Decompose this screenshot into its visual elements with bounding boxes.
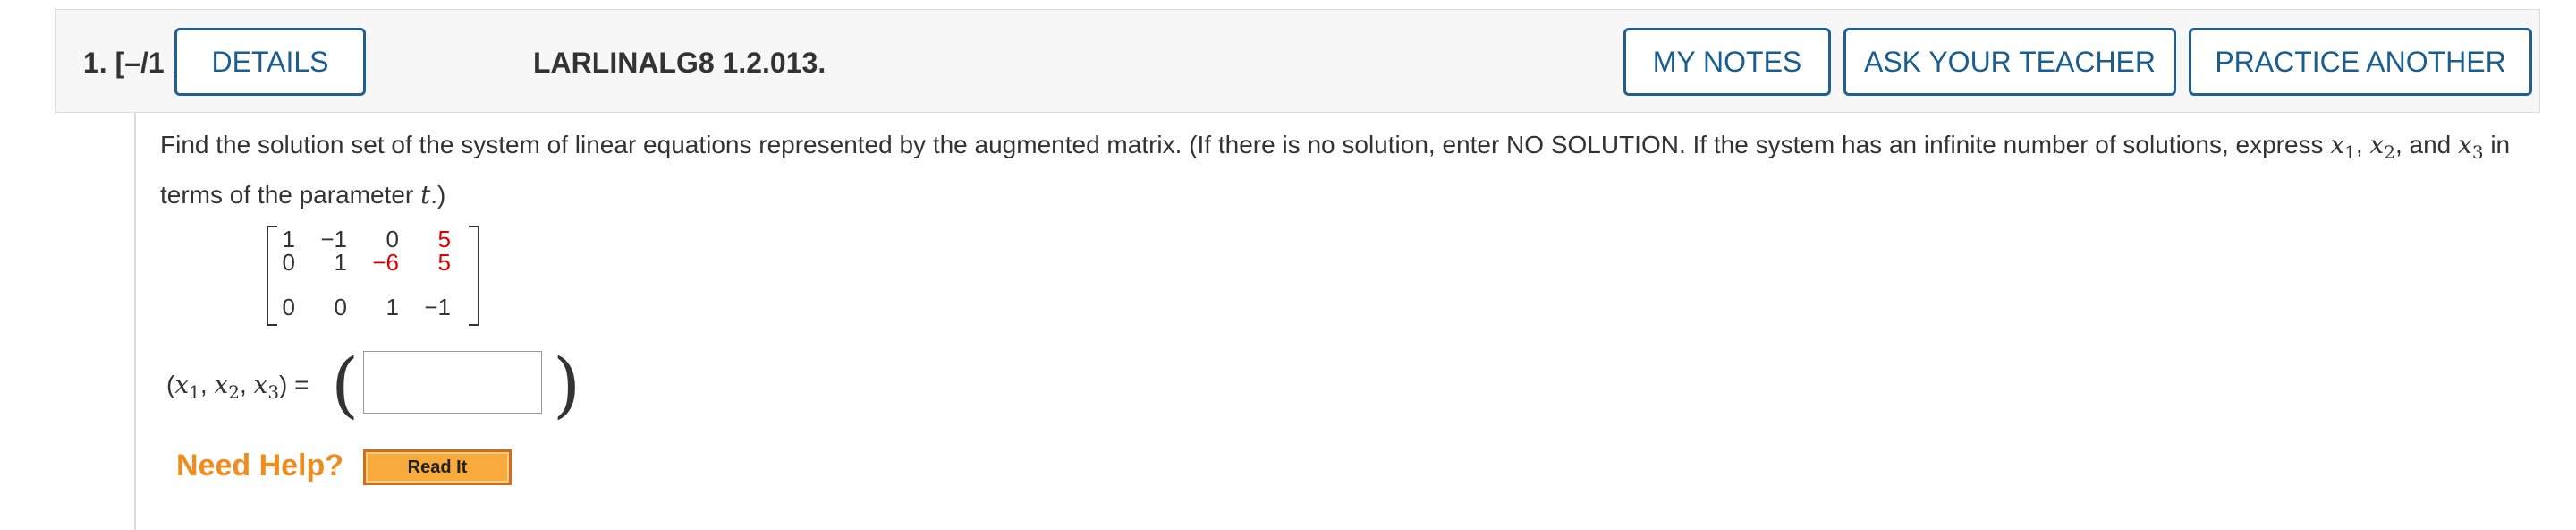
answer-label: (x1, x2, x3) = <box>166 370 309 403</box>
augmented-matrix: 1 −1 0 5 0 1 −6 5 0 0 1 −1 <box>267 226 479 326</box>
var-x1: x1 <box>2330 130 2356 163</box>
question-number: 1. <box>83 47 107 79</box>
parameter-t: t <box>420 180 431 209</box>
my-notes-button[interactable]: MY NOTES <box>1623 28 1831 96</box>
need-help-label: Need Help? <box>176 449 344 483</box>
practice-another-button[interactable]: PRACTICE ANOTHER <box>2189 28 2532 96</box>
answer-close-paren: ) <box>553 343 581 426</box>
matrix-cell-highlighted: −6 <box>372 249 399 276</box>
read-it-button[interactable]: Read It <box>363 449 512 485</box>
matrix-cell: 0 <box>282 294 295 321</box>
question-prompt: Find the solution set of the system of l… <box>160 124 2521 217</box>
matrix-cell: 1 <box>386 294 399 321</box>
prompt-text-3: .) <box>430 181 446 209</box>
ask-your-teacher-button[interactable]: ASK YOUR TEACHER <box>1843 28 2176 96</box>
matrix-right-bracket <box>469 226 479 326</box>
prompt-text: Find the solution set of the system of l… <box>160 131 2331 158</box>
var-x2: x2 <box>2369 130 2395 163</box>
matrix-cell-highlighted: 5 <box>437 249 451 276</box>
answer-input[interactable] <box>363 351 542 414</box>
answer-open-paren: ( <box>331 343 360 426</box>
prompt-and: , and <box>2394 131 2459 158</box>
var-x3: x3 <box>2458 130 2484 163</box>
question-code: LARLINALG8 1.2.013. <box>533 47 826 79</box>
details-button[interactable]: DETAILS <box>174 28 366 96</box>
matrix-cell: −1 <box>424 294 451 321</box>
question-header: 1. [–/1 Points] DETAILS LARLINALG8 1.2.0… <box>55 9 2540 113</box>
prompt-comma: , <box>2355 131 2363 158</box>
matrix-cell: 1 <box>334 249 347 276</box>
matrix-cell: 0 <box>334 294 347 321</box>
matrix-cell: 0 <box>282 249 295 276</box>
